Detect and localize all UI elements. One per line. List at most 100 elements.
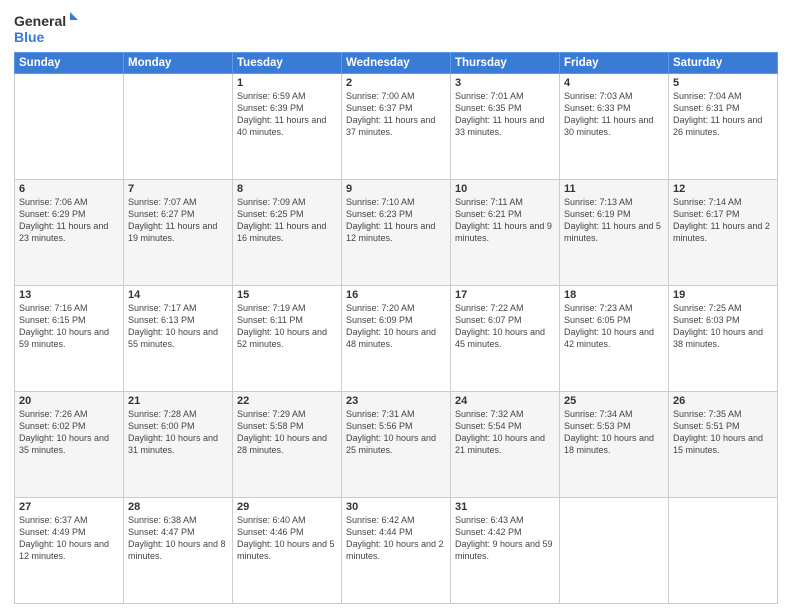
calendar-cell: 17Sunrise: 7:22 AM Sunset: 6:07 PM Dayli… [451,286,560,392]
day-number: 28 [128,501,228,513]
calendar-cell: 30Sunrise: 6:42 AM Sunset: 4:44 PM Dayli… [342,498,451,604]
day-info: Sunrise: 7:28 AM Sunset: 6:00 PM Dayligh… [128,408,228,457]
calendar-cell: 5Sunrise: 7:04 AM Sunset: 6:31 PM Daylig… [669,74,778,180]
day-info: Sunrise: 7:00 AM Sunset: 6:37 PM Dayligh… [346,90,446,139]
calendar-cell: 10Sunrise: 7:11 AM Sunset: 6:21 PM Dayli… [451,180,560,286]
day-info: Sunrise: 7:19 AM Sunset: 6:11 PM Dayligh… [237,302,337,351]
day-info: Sunrise: 7:06 AM Sunset: 6:29 PM Dayligh… [19,196,119,245]
calendar-cell: 25Sunrise: 7:34 AM Sunset: 5:53 PM Dayli… [560,392,669,498]
day-info: Sunrise: 7:34 AM Sunset: 5:53 PM Dayligh… [564,408,664,457]
weekday-header-saturday: Saturday [669,53,778,74]
day-number: 22 [237,395,337,407]
day-info: Sunrise: 7:20 AM Sunset: 6:09 PM Dayligh… [346,302,446,351]
day-info: Sunrise: 6:43 AM Sunset: 4:42 PM Dayligh… [455,514,555,563]
day-info: Sunrise: 7:10 AM Sunset: 6:23 PM Dayligh… [346,196,446,245]
day-number: 23 [346,395,446,407]
day-info: Sunrise: 7:01 AM Sunset: 6:35 PM Dayligh… [455,90,555,139]
weekday-header-monday: Monday [124,53,233,74]
calendar-cell: 21Sunrise: 7:28 AM Sunset: 6:00 PM Dayli… [124,392,233,498]
day-info: Sunrise: 7:26 AM Sunset: 6:02 PM Dayligh… [19,408,119,457]
calendar-week-5: 27Sunrise: 6:37 AM Sunset: 4:49 PM Dayli… [15,498,778,604]
calendar-cell: 27Sunrise: 6:37 AM Sunset: 4:49 PM Dayli… [15,498,124,604]
weekday-header-thursday: Thursday [451,53,560,74]
day-number: 1 [237,77,337,89]
calendar-cell: 4Sunrise: 7:03 AM Sunset: 6:33 PM Daylig… [560,74,669,180]
day-number: 30 [346,501,446,513]
logo: GeneralBlue [14,10,94,46]
calendar-cell: 29Sunrise: 6:40 AM Sunset: 4:46 PM Dayli… [233,498,342,604]
weekday-header-tuesday: Tuesday [233,53,342,74]
calendar-cell: 6Sunrise: 7:06 AM Sunset: 6:29 PM Daylig… [15,180,124,286]
day-number: 2 [346,77,446,89]
calendar-cell: 18Sunrise: 7:23 AM Sunset: 6:05 PM Dayli… [560,286,669,392]
day-number: 29 [237,501,337,513]
day-info: Sunrise: 6:38 AM Sunset: 4:47 PM Dayligh… [128,514,228,563]
calendar-cell: 7Sunrise: 7:07 AM Sunset: 6:27 PM Daylig… [124,180,233,286]
day-number: 26 [673,395,773,407]
weekday-header-sunday: Sunday [15,53,124,74]
day-info: Sunrise: 7:23 AM Sunset: 6:05 PM Dayligh… [564,302,664,351]
day-info: Sunrise: 7:25 AM Sunset: 6:03 PM Dayligh… [673,302,773,351]
day-number: 20 [19,395,119,407]
calendar-cell: 31Sunrise: 6:43 AM Sunset: 4:42 PM Dayli… [451,498,560,604]
calendar-cell: 8Sunrise: 7:09 AM Sunset: 6:25 PM Daylig… [233,180,342,286]
day-number: 17 [455,289,555,301]
day-info: Sunrise: 7:17 AM Sunset: 6:13 PM Dayligh… [128,302,228,351]
day-info: Sunrise: 6:40 AM Sunset: 4:46 PM Dayligh… [237,514,337,563]
calendar-cell [560,498,669,604]
day-info: Sunrise: 7:31 AM Sunset: 5:56 PM Dayligh… [346,408,446,457]
day-info: Sunrise: 7:13 AM Sunset: 6:19 PM Dayligh… [564,196,664,245]
day-number: 15 [237,289,337,301]
day-number: 13 [19,289,119,301]
calendar-cell [15,74,124,180]
calendar-week-2: 6Sunrise: 7:06 AM Sunset: 6:29 PM Daylig… [15,180,778,286]
calendar-cell: 9Sunrise: 7:10 AM Sunset: 6:23 PM Daylig… [342,180,451,286]
day-info: Sunrise: 6:42 AM Sunset: 4:44 PM Dayligh… [346,514,446,563]
day-number: 24 [455,395,555,407]
day-info: Sunrise: 7:03 AM Sunset: 6:33 PM Dayligh… [564,90,664,139]
day-number: 5 [673,77,773,89]
calendar-cell: 28Sunrise: 6:38 AM Sunset: 4:47 PM Dayli… [124,498,233,604]
calendar-cell: 11Sunrise: 7:13 AM Sunset: 6:19 PM Dayli… [560,180,669,286]
day-info: Sunrise: 7:14 AM Sunset: 6:17 PM Dayligh… [673,196,773,245]
logo-svg: GeneralBlue [14,10,94,46]
day-number: 16 [346,289,446,301]
calendar-week-4: 20Sunrise: 7:26 AM Sunset: 6:02 PM Dayli… [15,392,778,498]
calendar-cell: 16Sunrise: 7:20 AM Sunset: 6:09 PM Dayli… [342,286,451,392]
calendar-cell: 13Sunrise: 7:16 AM Sunset: 6:15 PM Dayli… [15,286,124,392]
weekday-header-friday: Friday [560,53,669,74]
day-number: 11 [564,183,664,195]
day-number: 19 [673,289,773,301]
day-number: 27 [19,501,119,513]
day-info: Sunrise: 7:16 AM Sunset: 6:15 PM Dayligh… [19,302,119,351]
day-number: 9 [346,183,446,195]
day-number: 7 [128,183,228,195]
day-number: 25 [564,395,664,407]
day-number: 8 [237,183,337,195]
day-info: Sunrise: 7:32 AM Sunset: 5:54 PM Dayligh… [455,408,555,457]
day-number: 6 [19,183,119,195]
day-info: Sunrise: 7:11 AM Sunset: 6:21 PM Dayligh… [455,196,555,245]
day-number: 14 [128,289,228,301]
day-info: Sunrise: 7:04 AM Sunset: 6:31 PM Dayligh… [673,90,773,139]
day-info: Sunrise: 7:35 AM Sunset: 5:51 PM Dayligh… [673,408,773,457]
day-number: 18 [564,289,664,301]
day-number: 4 [564,77,664,89]
weekday-header-row: SundayMondayTuesdayWednesdayThursdayFrid… [15,53,778,74]
day-info: Sunrise: 7:07 AM Sunset: 6:27 PM Dayligh… [128,196,228,245]
day-number: 3 [455,77,555,89]
day-number: 12 [673,183,773,195]
day-number: 10 [455,183,555,195]
page-header: GeneralBlue [14,10,778,46]
calendar-cell: 23Sunrise: 7:31 AM Sunset: 5:56 PM Dayli… [342,392,451,498]
calendar-cell [124,74,233,180]
calendar-cell: 24Sunrise: 7:32 AM Sunset: 5:54 PM Dayli… [451,392,560,498]
day-number: 21 [128,395,228,407]
calendar-cell: 19Sunrise: 7:25 AM Sunset: 6:03 PM Dayli… [669,286,778,392]
weekday-header-wednesday: Wednesday [342,53,451,74]
calendar-week-3: 13Sunrise: 7:16 AM Sunset: 6:15 PM Dayli… [15,286,778,392]
calendar-cell: 2Sunrise: 7:00 AM Sunset: 6:37 PM Daylig… [342,74,451,180]
calendar-cell: 12Sunrise: 7:14 AM Sunset: 6:17 PM Dayli… [669,180,778,286]
calendar-cell: 26Sunrise: 7:35 AM Sunset: 5:51 PM Dayli… [669,392,778,498]
calendar-cell: 14Sunrise: 7:17 AM Sunset: 6:13 PM Dayli… [124,286,233,392]
